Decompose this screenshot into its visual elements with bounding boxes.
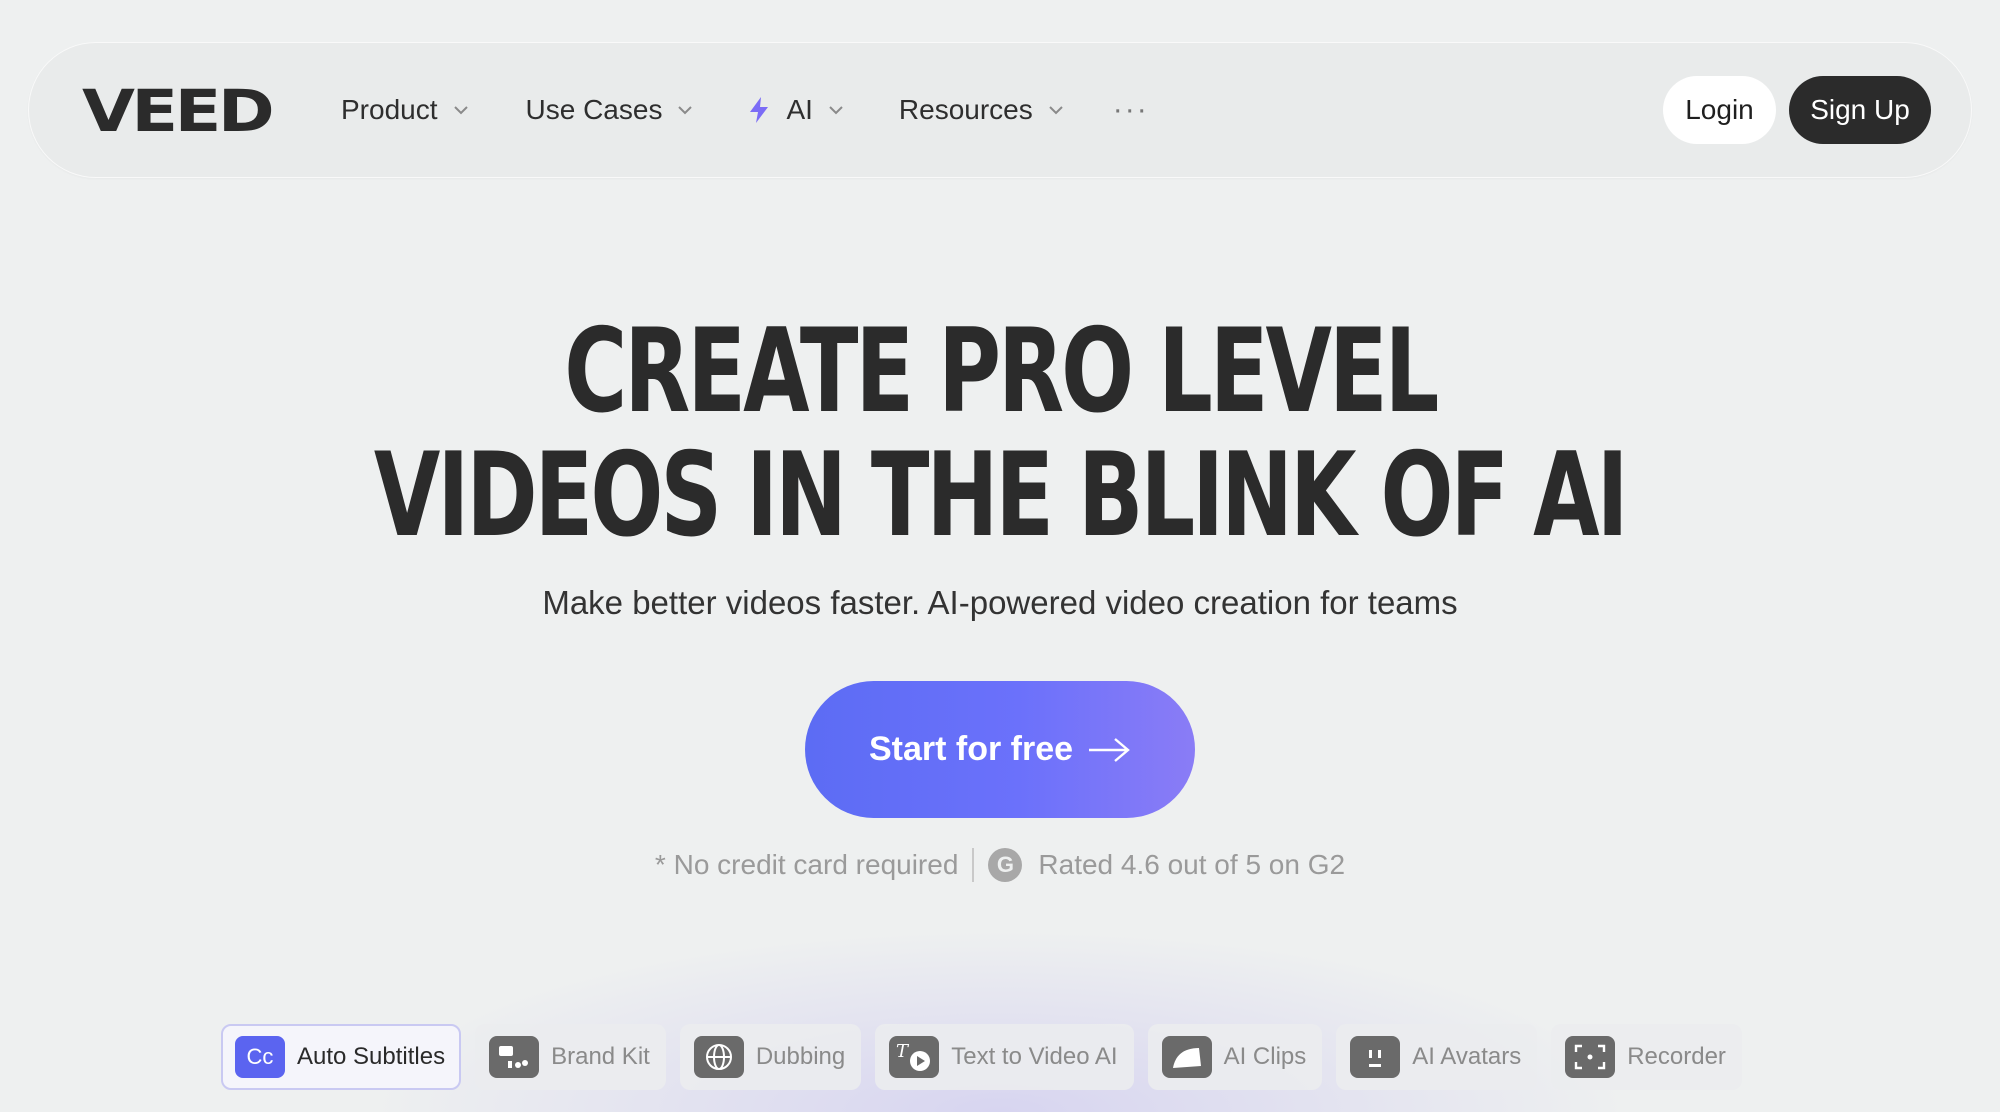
chevron-down-icon bbox=[678, 106, 693, 115]
start-for-free-button[interactable]: Start for free bbox=[805, 681, 1195, 818]
nav-item-ai[interactable]: AI bbox=[748, 94, 844, 126]
tab-text-to-video-ai[interactable]: T Text to Video AI bbox=[875, 1024, 1134, 1090]
nav-menu: Product Use Cases AI Resources ··· bbox=[341, 42, 1149, 178]
tab-label: Recorder bbox=[1627, 1043, 1726, 1070]
tab-label: AI Avatars bbox=[1412, 1043, 1522, 1070]
chevron-down-icon bbox=[1049, 106, 1063, 115]
no-credit-card-note: * No credit card required bbox=[654, 849, 959, 880]
feature-tabs: Cc Auto Subtitles Brand Kit Dubbing T Te… bbox=[221, 1024, 1742, 1090]
nav-item-resources[interactable]: Resources bbox=[899, 94, 1065, 126]
nav-item-label: Product bbox=[341, 94, 438, 125]
lightning-bolt-icon bbox=[750, 97, 769, 123]
arrow-right-icon bbox=[1089, 737, 1130, 762]
more-menu-icon[interactable]: ··· bbox=[1113, 93, 1149, 127]
hero-subtitle: Make better videos faster. AI-powered vi… bbox=[542, 584, 1458, 621]
tab-ai-clips[interactable]: AI Clips bbox=[1147, 1024, 1323, 1090]
hero-headline-text: VIDEOS IN THE BLINK OF AI bbox=[374, 428, 1629, 563]
hero-headline-line-2: VIDEOS IN THE BLINK OF AI bbox=[0, 438, 2000, 554]
nav-item-use-cases[interactable]: Use Cases bbox=[526, 94, 695, 126]
nav-item-product[interactable]: Product bbox=[341, 94, 470, 126]
nav-item-label: Use Cases bbox=[525, 94, 663, 125]
tab-ai-avatars[interactable]: AI Avatars bbox=[1336, 1024, 1538, 1090]
rating-text: Rated 4.6 out of 5 on G2 bbox=[1038, 849, 1346, 880]
svg-text:T: T bbox=[896, 1041, 910, 1062]
tab-recorder[interactable]: Recorder bbox=[1551, 1024, 1742, 1090]
brand-kit-icon bbox=[489, 1036, 540, 1078]
hero-meta: * No credit card required G Rated 4.6 ou… bbox=[0, 848, 2000, 882]
chevron-down-icon bbox=[829, 106, 843, 115]
tab-label: Dubbing bbox=[755, 1043, 846, 1070]
nav-item-label: AI bbox=[786, 94, 813, 125]
globe-icon bbox=[693, 1036, 744, 1078]
tab-label: Brand Kit bbox=[551, 1043, 650, 1070]
text-to-video-icon: T bbox=[889, 1036, 940, 1078]
top-nav: VEED Product Use Cases AI Resources ··· … bbox=[28, 42, 1972, 178]
g2-logo-icon: G bbox=[988, 848, 1023, 882]
sign-up-button[interactable]: Sign Up bbox=[1789, 76, 1931, 144]
tab-label: Auto Subtitles bbox=[297, 1043, 446, 1070]
cc-icon: Cc bbox=[235, 1036, 285, 1078]
recorder-icon bbox=[1565, 1036, 1616, 1078]
login-button[interactable]: Login bbox=[1663, 76, 1776, 144]
hero-headline-line-1: CREATE PRO LEVEL bbox=[0, 314, 2000, 430]
tab-dubbing[interactable]: Dubbing bbox=[679, 1024, 862, 1090]
cta-label: Start for free bbox=[868, 730, 1074, 768]
avatar-icon bbox=[1350, 1036, 1401, 1078]
chevron-down-icon bbox=[453, 106, 468, 115]
nav-item-label: Resources bbox=[898, 94, 1033, 125]
veed-logo[interactable]: VEED bbox=[82, 82, 275, 140]
tab-auto-subtitles[interactable]: Cc Auto Subtitles bbox=[221, 1024, 462, 1090]
clips-icon bbox=[1161, 1036, 1212, 1078]
tab-label: AI Clips bbox=[1223, 1043, 1307, 1070]
tab-label: Text to Video AI bbox=[951, 1043, 1118, 1070]
tab-brand-kit[interactable]: Brand Kit bbox=[475, 1024, 666, 1090]
divider bbox=[972, 848, 975, 882]
hero-headline-text: CREATE PRO LEVEL bbox=[563, 304, 1439, 439]
